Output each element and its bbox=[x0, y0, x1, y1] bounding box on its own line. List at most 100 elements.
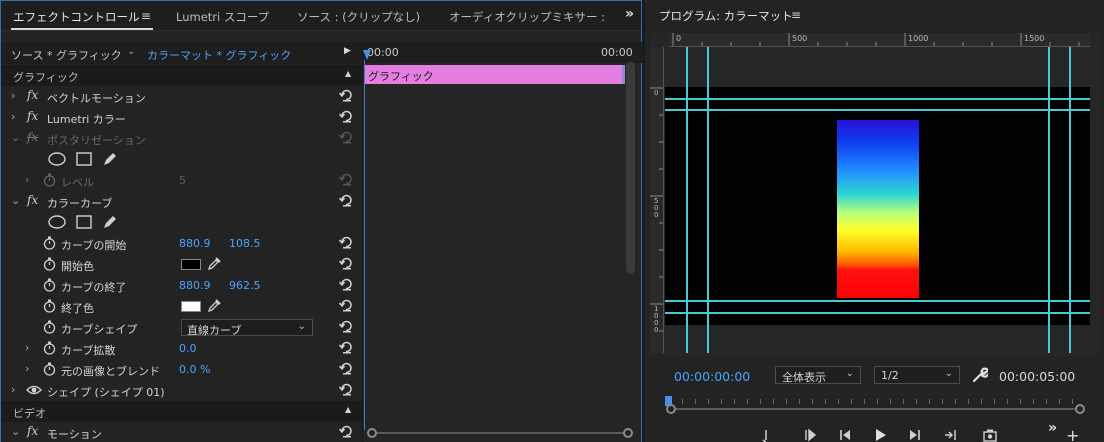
zoom-handle-right[interactable] bbox=[623, 428, 633, 438]
param-row-curve-start[interactable]: カーブの開始 880.9 108.5 bbox=[1, 233, 362, 254]
reset-icon[interactable] bbox=[339, 424, 353, 438]
step-forward-icon[interactable] bbox=[908, 428, 922, 442]
curve-end-x-value[interactable]: 880.9 bbox=[179, 279, 211, 292]
eyedropper-icon[interactable] bbox=[207, 299, 221, 313]
chevron-right-icon[interactable]: › bbox=[25, 362, 29, 375]
reset-icon[interactable] bbox=[339, 319, 353, 333]
reset-icon[interactable] bbox=[339, 172, 353, 186]
reset-icon[interactable] bbox=[339, 130, 353, 144]
play-icon[interactable] bbox=[873, 428, 887, 442]
overflow-icon[interactable]: » bbox=[1048, 420, 1062, 436]
param-row-curve-end[interactable]: カーブの終了 880.9 962.5 bbox=[1, 275, 362, 296]
param-row-curve-shape[interactable]: カーブシェイプ 直線カーブ ⌄ bbox=[1, 317, 362, 338]
program-viewer[interactable]: 0 500 1000 1500 0 5 0 0 1 0 0 0 bbox=[650, 33, 1099, 355]
video-frame[interactable] bbox=[665, 87, 1090, 325]
tab-effect-controls[interactable]: エフェクトコントロール bbox=[13, 9, 140, 25]
playhead-icon[interactable] bbox=[363, 50, 371, 60]
param-row-start-color[interactable]: 開始色 bbox=[1, 254, 362, 275]
effect-row-motion[interactable]: ⌄ fx モーション bbox=[1, 422, 362, 442]
fx-icon[interactable]: fx bbox=[27, 88, 38, 102]
blend-value[interactable]: 0.0 % bbox=[179, 363, 210, 376]
param-row-blend-original[interactable]: › 元の画像とブレンド 0.0 % bbox=[1, 359, 362, 380]
mark-in-icon[interactable] bbox=[803, 428, 817, 442]
export-frame-icon[interactable] bbox=[983, 428, 997, 442]
gradient-shape[interactable] bbox=[837, 120, 919, 298]
guide-line-horizontal[interactable] bbox=[665, 312, 1090, 314]
chevron-right-icon[interactable]: › bbox=[25, 173, 29, 186]
collapse-up-icon[interactable]: ▲ bbox=[345, 405, 351, 414]
guide-line-horizontal[interactable] bbox=[665, 300, 1090, 302]
tab-lumetri-scopes[interactable]: Lumetri スコープ bbox=[176, 9, 269, 25]
reset-icon[interactable] bbox=[339, 235, 353, 249]
chevron-right-icon[interactable]: › bbox=[11, 383, 15, 396]
reset-icon[interactable] bbox=[339, 298, 353, 312]
guide-line-vertical[interactable] bbox=[707, 47, 709, 353]
zoom-handle-left[interactable] bbox=[367, 428, 377, 438]
ellipse-mask-icon[interactable] bbox=[47, 151, 67, 167]
effect-row-vector-motion[interactable]: › fx ベクトルモーション bbox=[1, 86, 362, 107]
stopwatch-icon[interactable] bbox=[43, 320, 56, 334]
guide-line-horizontal[interactable] bbox=[665, 98, 1090, 100]
panel-menu-icon[interactable]: ≡ bbox=[141, 9, 151, 23]
reset-icon[interactable] bbox=[339, 109, 353, 123]
curve-start-y-value[interactable]: 108.5 bbox=[229, 237, 261, 250]
clip-end-handle[interactable] bbox=[622, 65, 625, 84]
reset-icon[interactable] bbox=[339, 277, 353, 291]
chevron-down-icon[interactable]: ⌄ bbox=[11, 425, 20, 438]
horizontal-ruler[interactable]: 0 500 1000 1500 bbox=[669, 33, 1090, 47]
param-row-end-color[interactable]: 終了色 bbox=[1, 296, 362, 317]
rectangle-mask-icon[interactable] bbox=[75, 214, 93, 230]
chevron-down-icon[interactable]: ⌄ bbox=[11, 194, 20, 207]
reset-icon[interactable] bbox=[339, 361, 353, 375]
chevron-right-icon[interactable]: › bbox=[11, 110, 15, 123]
current-timecode[interactable]: 00:00:00:00 bbox=[674, 369, 750, 384]
ellipse-mask-icon[interactable] bbox=[47, 214, 67, 230]
curve-spread-value[interactable]: 0.0 bbox=[179, 342, 197, 355]
zoom-level-dropdown[interactable]: 全体表示 ⌄ bbox=[775, 366, 861, 384]
stopwatch-icon[interactable] bbox=[43, 173, 56, 187]
param-row-curve-spread[interactable]: › カーブ拡散 0.0 bbox=[1, 338, 362, 359]
section-header-graphic[interactable]: グラフィック ▲ bbox=[1, 65, 362, 86]
reset-icon[interactable] bbox=[339, 193, 353, 207]
add-marker-icon[interactable] bbox=[759, 428, 773, 442]
collapse-up-icon[interactable]: ▲ bbox=[345, 69, 351, 78]
effect-row-shape[interactable]: › シェイプ (シェイプ 01) bbox=[1, 380, 362, 401]
rectangle-mask-icon[interactable] bbox=[75, 151, 93, 167]
timeline-ruler[interactable]: 00:00 00:00 bbox=[363, 42, 642, 63]
guide-line-vertical[interactable] bbox=[1048, 47, 1050, 353]
pen-mask-icon[interactable] bbox=[101, 151, 119, 167]
reset-icon[interactable] bbox=[339, 88, 353, 102]
tab-audio-clip-mixer[interactable]: オーディオクリップミキサー : ス bbox=[449, 9, 607, 25]
go-to-out-icon[interactable] bbox=[943, 428, 957, 442]
param-row-level[interactable]: › レベル 5 bbox=[1, 170, 362, 191]
step-back-icon[interactable] bbox=[838, 428, 852, 442]
stopwatch-icon[interactable] bbox=[43, 341, 56, 355]
stopwatch-icon[interactable] bbox=[43, 257, 56, 271]
chevron-right-icon[interactable]: › bbox=[11, 89, 15, 102]
chevron-down-icon[interactable]: ⌄ bbox=[127, 46, 135, 57]
curve-shape-dropdown[interactable]: 直線カーブ ⌄ bbox=[181, 319, 313, 337]
end-color-swatch[interactable] bbox=[181, 301, 201, 312]
guide-line-vertical[interactable] bbox=[1069, 47, 1071, 353]
effect-row-color-curve[interactable]: ⌄ fx カラーカーブ bbox=[1, 191, 362, 212]
chevron-right-icon[interactable]: › bbox=[25, 341, 29, 354]
guide-line-horizontal[interactable] bbox=[665, 109, 1090, 111]
fx-icon[interactable]: fx bbox=[27, 424, 38, 438]
eye-icon[interactable] bbox=[26, 384, 42, 396]
panel-menu-icon[interactable]: ≡ bbox=[791, 8, 801, 22]
stopwatch-icon[interactable] bbox=[43, 299, 56, 313]
stopwatch-icon[interactable] bbox=[43, 278, 56, 292]
eyedropper-icon[interactable] bbox=[207, 257, 221, 271]
start-color-swatch[interactable] bbox=[181, 259, 201, 270]
curve-start-x-value[interactable]: 880.9 bbox=[179, 237, 211, 250]
vertical-scrollbar[interactable] bbox=[626, 62, 635, 274]
fx-disabled-icon[interactable]: fx bbox=[27, 130, 38, 144]
reset-icon[interactable] bbox=[339, 256, 353, 270]
tab-overflow-icon[interactable]: » bbox=[625, 6, 634, 22]
vertical-ruler[interactable]: 0 5 0 0 1 0 0 0 bbox=[650, 47, 664, 353]
fx-icon[interactable]: fx bbox=[27, 109, 38, 123]
playback-resolution-dropdown[interactable]: 1/2 ⌄ bbox=[874, 366, 960, 384]
fx-icon[interactable]: fx bbox=[27, 193, 38, 207]
reset-icon[interactable] bbox=[339, 340, 353, 354]
effect-row-posterize[interactable]: ⌄ fx ポスタリゼーション bbox=[1, 128, 362, 149]
